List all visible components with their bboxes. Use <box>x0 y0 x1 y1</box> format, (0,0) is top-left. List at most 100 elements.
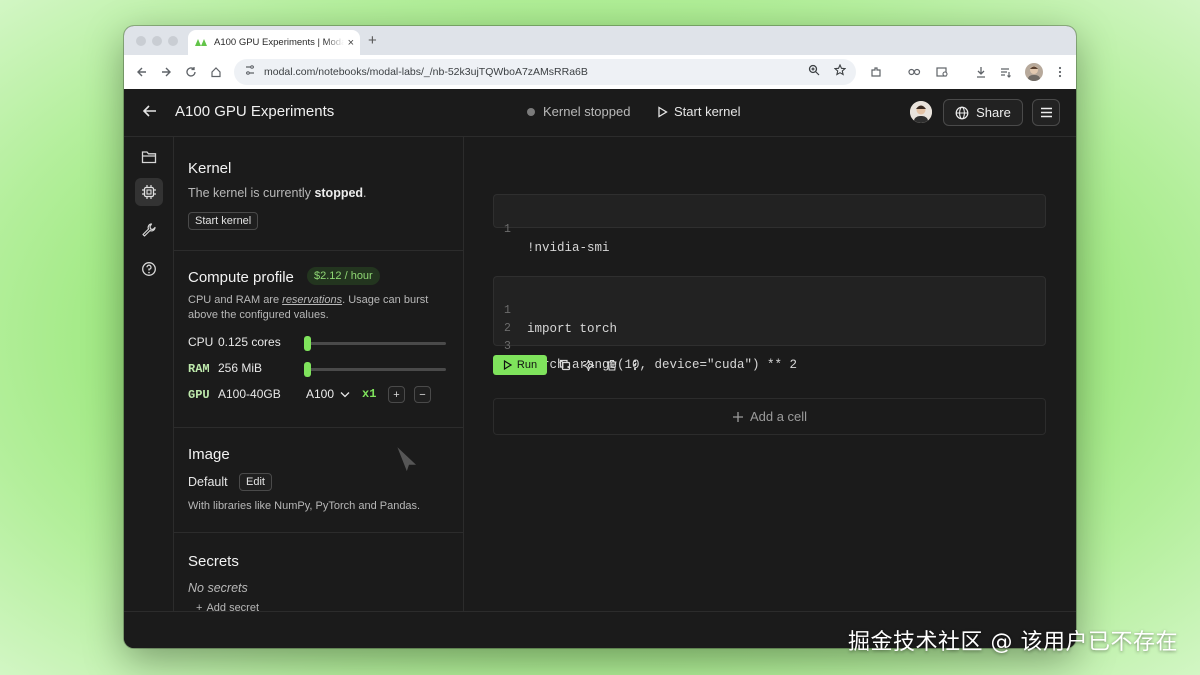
notebook-app: A100 GPU Experiments Kernel stopped Star… <box>124 89 1076 648</box>
browser-tab[interactable]: A100 GPU Experiments | Modal × <box>188 30 360 55</box>
address-bar: modal.com/notebooks/modal-labs/_/nb-52k3… <box>124 55 1076 90</box>
gpu-label: GPU <box>188 388 210 402</box>
ram-row: RAM 256 MiB <box>188 361 262 376</box>
window-minimize-control[interactable] <box>152 36 162 46</box>
share-label: Share <box>976 105 1011 120</box>
wrench-icon[interactable] <box>135 216 163 244</box>
edit-image-button[interactable]: Edit <box>239 473 272 491</box>
code-line: 1 import torch <box>494 284 617 336</box>
extensions-icon[interactable] <box>868 64 884 80</box>
reading-list-icon[interactable] <box>998 64 1014 80</box>
url-text: modal.com/notebooks/modal-labs/_/nb-52k3… <box>264 66 588 78</box>
compute-description: CPU and RAM are reservations. Usage can … <box>188 293 453 323</box>
trash-icon[interactable] <box>604 357 620 373</box>
url-bar[interactable]: modal.com/notebooks/modal-labs/_/nb-52k3… <box>234 59 856 85</box>
cpu-chip-icon[interactable] <box>135 178 163 206</box>
kernel-status: Kernel stopped <box>543 104 631 119</box>
profile-avatar[interactable] <box>1025 63 1043 81</box>
kernel-description: The kernel is currently stopped. <box>188 186 367 200</box>
notebook-header: A100 GPU Experiments Kernel stopped Star… <box>124 89 1076 137</box>
reload-icon[interactable] <box>183 64 199 80</box>
side-rail <box>124 137 174 611</box>
password-key-icon[interactable] <box>907 64 923 80</box>
code-cell-2[interactable]: 1 import torch 2 3 torch.arange(10, devi… <box>493 276 1046 372</box>
code-text: !nvidia-smi <box>527 241 610 255</box>
forward-icon[interactable] <box>158 64 174 80</box>
more-options-icon[interactable] <box>627 357 643 373</box>
gpu-increment-button[interactable]: + <box>388 386 405 403</box>
image-description: With libraries like NumPy, PyTorch and P… <box>188 500 421 512</box>
image-section: Image Default Edit With libraries like N… <box>174 428 463 533</box>
secrets-section: Secrets No secrets + Add secret <box>174 533 463 611</box>
gpu-count: x1 <box>362 387 377 401</box>
browser-window: A100 GPU Experiments | Modal × + modal.c… <box>124 26 1076 648</box>
home-icon[interactable] <box>208 64 224 80</box>
kernel-status-dot <box>527 108 535 116</box>
code-cell-1[interactable]: 1 !nvidia-smi <box>493 194 1046 255</box>
tab-search-icon[interactable] <box>934 64 950 80</box>
kernel-state: stopped <box>314 186 364 200</box>
back-arrow-icon[interactable] <box>142 103 158 124</box>
cpu-slider-thumb[interactable] <box>304 336 311 351</box>
watermark-text: 掘金技术社区 @ 该用户已不存在 <box>848 630 1178 655</box>
ram-slider-thumb[interactable] <box>304 362 311 377</box>
settings-panel: Kernel The kernel is currently stopped. … <box>174 137 464 611</box>
ram-value: 256 MiB <box>218 361 263 375</box>
back-icon[interactable] <box>134 64 150 80</box>
sparkle-icon[interactable] <box>580 357 596 373</box>
chevron-down-icon <box>340 391 350 397</box>
hamburger-icon <box>1040 107 1052 118</box>
browser-menu-icon[interactable] <box>1052 64 1068 80</box>
plus-icon: + <box>196 602 203 611</box>
kernel-heading: Kernel <box>188 160 232 177</box>
price-badge: $2.12 / hour <box>307 267 380 285</box>
line-number: 1 <box>504 223 511 236</box>
reservations-link[interactable]: reservations <box>282 294 342 306</box>
line-number: 3 <box>504 340 511 353</box>
ram-label: RAM <box>188 362 210 376</box>
add-cell-label: Add a cell <box>749 409 808 424</box>
gpu-decrement-button[interactable]: − <box>414 386 431 403</box>
bookmark-star-icon[interactable] <box>833 63 847 81</box>
zoom-icon[interactable] <box>808 63 820 81</box>
download-icon[interactable] <box>973 64 989 80</box>
ram-slider[interactable] <box>304 368 446 371</box>
secrets-heading: Secrets <box>188 553 239 570</box>
image-heading: Image <box>188 446 230 463</box>
tab-close-icon[interactable]: × <box>348 37 354 49</box>
share-button[interactable]: Share <box>943 99 1023 126</box>
compute-profile-section: Compute profile $2.12 / hour CPU and RAM… <box>174 251 463 428</box>
tab-title: A100 GPU Experiments | Modal <box>214 37 344 48</box>
secrets-empty: No secrets <box>188 581 248 595</box>
folder-icon[interactable] <box>135 143 163 171</box>
help-icon[interactable] <box>135 255 163 283</box>
start-kernel-button[interactable]: Start kernel <box>188 212 259 230</box>
add-secret-link[interactable]: + Add secret <box>196 602 259 611</box>
compute-profile-heading: Compute profile <box>188 269 294 286</box>
site-info-icon[interactable] <box>244 63 256 81</box>
add-cell-button[interactable]: Add a cell <box>493 398 1046 435</box>
cpu-value: 0.125 cores <box>218 335 281 349</box>
window-close-control[interactable] <box>136 36 146 46</box>
gpu-select-value: A100 <box>306 387 335 401</box>
cpu-row: CPU 0.125 cores <box>188 335 281 349</box>
avatar[interactable] <box>910 101 932 123</box>
copy-icon[interactable] <box>557 357 573 373</box>
run-button[interactable]: Run <box>493 355 547 375</box>
window-zoom-control[interactable] <box>168 36 178 46</box>
start-kernel-header-button[interactable]: Start kernel <box>657 104 740 119</box>
add-secret-label: Add secret <box>206 602 260 611</box>
new-tab-button[interactable]: + <box>368 32 377 49</box>
notebook-title[interactable]: A100 GPU Experiments <box>175 103 334 120</box>
kernel-section: Kernel The kernel is currently stopped. … <box>174 137 463 251</box>
code-line: 3 torch.arange(10, device="cuda") ** 2 <box>494 320 797 372</box>
kernel-description-suffix: . <box>363 186 367 200</box>
gpu-type-select[interactable]: A100 <box>306 387 350 401</box>
mouse-cursor-icon <box>397 447 417 472</box>
gpu-value: A100-40GB <box>218 387 281 401</box>
compute-description-prefix: CPU and RAM are <box>188 294 283 306</box>
menu-button[interactable] <box>1032 99 1060 126</box>
globe-icon <box>955 106 969 119</box>
cpu-slider[interactable] <box>304 342 446 345</box>
notebook-main: 1 !nvidia-smi 1 import torch 2 3 torch.a… <box>464 137 1076 611</box>
